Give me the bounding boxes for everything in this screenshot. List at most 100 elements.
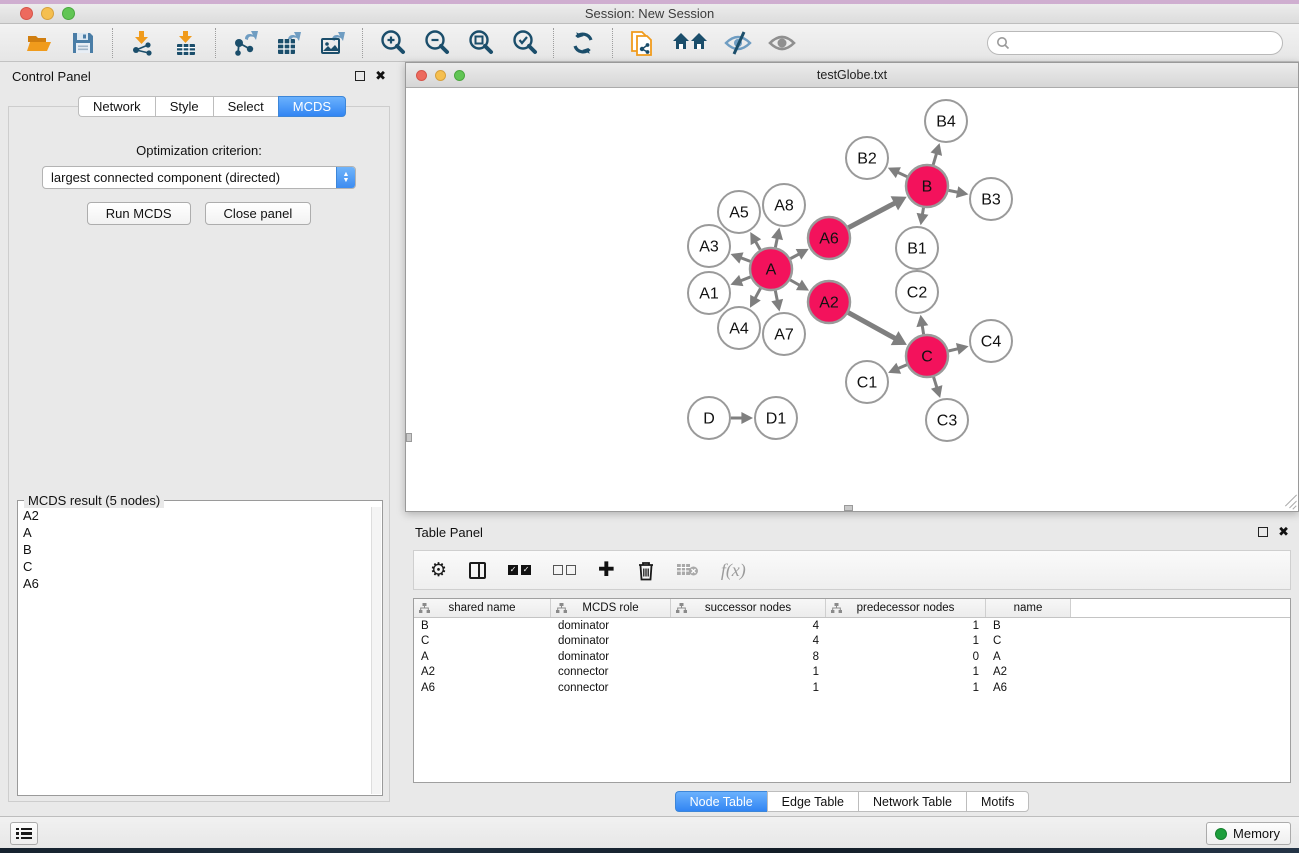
close-network-button[interactable] [416,70,427,81]
float-panel-icon[interactable] [355,71,365,81]
optimization-criterion-select[interactable]: largest connected component (directed) ▲… [42,166,356,189]
graph-node-A3[interactable]: A3 [688,225,730,267]
graph-node-C[interactable]: C [906,335,948,377]
graph-node-A4[interactable]: A4 [718,307,760,349]
close-window-button[interactable] [20,7,33,20]
table-row[interactable]: Cdominator41C [414,634,1290,650]
zoom-fit-button[interactable] [465,28,495,58]
graph-node-A6[interactable]: A6 [808,217,850,259]
graph-node-C1[interactable]: C1 [846,361,888,403]
export-image-button[interactable] [318,28,348,58]
minimize-network-button[interactable] [435,70,446,81]
home-button[interactable] [671,28,709,58]
table-row[interactable]: A2connector11A2 [414,665,1290,681]
result-item[interactable]: C [19,558,371,575]
home-icon [672,31,708,55]
graph-node-C2[interactable]: C2 [896,271,938,313]
memory-button[interactable]: Memory [1206,822,1291,845]
list-icon [16,828,32,840]
tab-select[interactable]: Select [213,96,278,117]
import-network-button[interactable] [127,28,157,58]
hide-graphics-button[interactable] [723,28,753,58]
zoom-network-button[interactable] [454,70,465,81]
graph-node-A5[interactable]: A5 [718,191,760,233]
close-table-panel-icon[interactable]: ✖ [1278,527,1289,537]
show-columns-button[interactable] [469,562,486,579]
open-session-button[interactable] [24,28,54,58]
table-row[interactable]: Adominator80A [414,649,1290,665]
result-item[interactable]: A2 [19,507,371,524]
canvas-left-handle[interactable] [406,433,412,442]
graph-edge[interactable] [848,202,896,227]
graph-node-D[interactable]: D [688,397,730,439]
graph-node-D1[interactable]: D1 [755,397,797,439]
graph-node-C4[interactable]: C4 [970,320,1012,362]
column-header-name[interactable]: name [986,599,1071,617]
search-field[interactable] [987,31,1283,55]
zoom-in-button[interactable] [377,28,407,58]
result-item[interactable]: B [19,541,371,558]
search-input[interactable] [1010,36,1274,50]
window-resize-grip[interactable] [1283,496,1296,509]
column-header-shared-name[interactable]: shared name [414,599,551,617]
graph-node-B4[interactable]: B4 [925,100,967,142]
node-table-body: Bdominator41BCdominator41CAdominator80AA… [414,618,1290,696]
graph-edge[interactable] [848,313,896,339]
graph-node-A2[interactable]: A2 [808,281,850,323]
save-session-button[interactable] [68,28,98,58]
float-table-panel-icon[interactable] [1258,527,1268,537]
tab-mcds[interactable]: MCDS [278,96,346,117]
graph-node-B2[interactable]: B2 [846,137,888,179]
result-item[interactable]: A6 [19,575,371,592]
refresh-button[interactable] [568,28,598,58]
tab-network[interactable]: Network [78,96,155,117]
graph-node-B3[interactable]: B3 [970,178,1012,220]
table-cell: 1 [826,620,986,632]
network-window-titlebar[interactable]: testGlobe.txt [406,63,1298,88]
run-mcds-button[interactable]: Run MCDS [87,202,191,225]
zoom-out-button[interactable] [421,28,451,58]
delete-column-button[interactable] [637,560,655,581]
graph-node-A7[interactable]: A7 [763,313,805,355]
network-canvas[interactable]: B4 B2 B B3 A8A5 A6 A3 B1 A A1 C2 A2 A4A7 C4 C C1 C3 D D1 [406,88,1298,511]
tab-style[interactable]: Style [155,96,213,117]
copy-network-button[interactable] [627,28,657,58]
canvas-bottom-handle[interactable] [844,505,853,511]
show-graphics-button[interactable] [767,28,797,58]
function-builder-button[interactable]: f(x) [721,560,746,581]
close-panel-button[interactable]: Close panel [205,202,312,225]
close-panel-icon[interactable]: ✖ [375,71,386,81]
edge-arrowhead [771,228,783,241]
zoom-window-button[interactable] [62,7,75,20]
task-history-button[interactable] [10,822,38,845]
result-scrollbar[interactable] [371,507,381,794]
mcds-result-list[interactable]: A2ABCA6 [19,507,371,794]
column-header-predecessor-nodes[interactable]: predecessor nodes [826,599,986,617]
graph-node-A[interactable]: A [750,248,792,290]
tab-motifs[interactable]: Motifs [966,791,1029,812]
zoom-selected-button[interactable] [509,28,539,58]
column-header-MCDS-role[interactable]: MCDS role [551,599,671,617]
result-item[interactable]: A [19,524,371,541]
graph-node-B1[interactable]: B1 [896,227,938,269]
export-table-button[interactable] [274,28,304,58]
table-settings-button[interactable]: ⚙ [430,561,447,580]
tab-edge-table[interactable]: Edge Table [767,791,858,812]
add-column-button[interactable]: ✚ [598,560,615,580]
trash-icon [637,560,655,581]
import-table-button[interactable] [171,28,201,58]
graph-node-C3[interactable]: C3 [926,399,968,441]
table-row[interactable]: Bdominator41B [414,618,1290,634]
table-row[interactable]: A6connector11A6 [414,680,1290,696]
delete-table-button[interactable] [677,563,699,577]
graph-node-A1[interactable]: A1 [688,272,730,314]
select-all-button[interactable]: ✓ ✓ [508,565,531,575]
column-header-successor-nodes[interactable]: successor nodes [671,599,826,617]
tab-node-table[interactable]: Node Table [675,791,767,812]
export-network-button[interactable] [230,28,260,58]
minimize-window-button[interactable] [41,7,54,20]
graph-node-A8[interactable]: A8 [763,184,805,226]
deselect-all-button[interactable] [553,565,576,575]
tab-network-table[interactable]: Network Table [858,791,966,812]
graph-node-B[interactable]: B [906,165,948,207]
